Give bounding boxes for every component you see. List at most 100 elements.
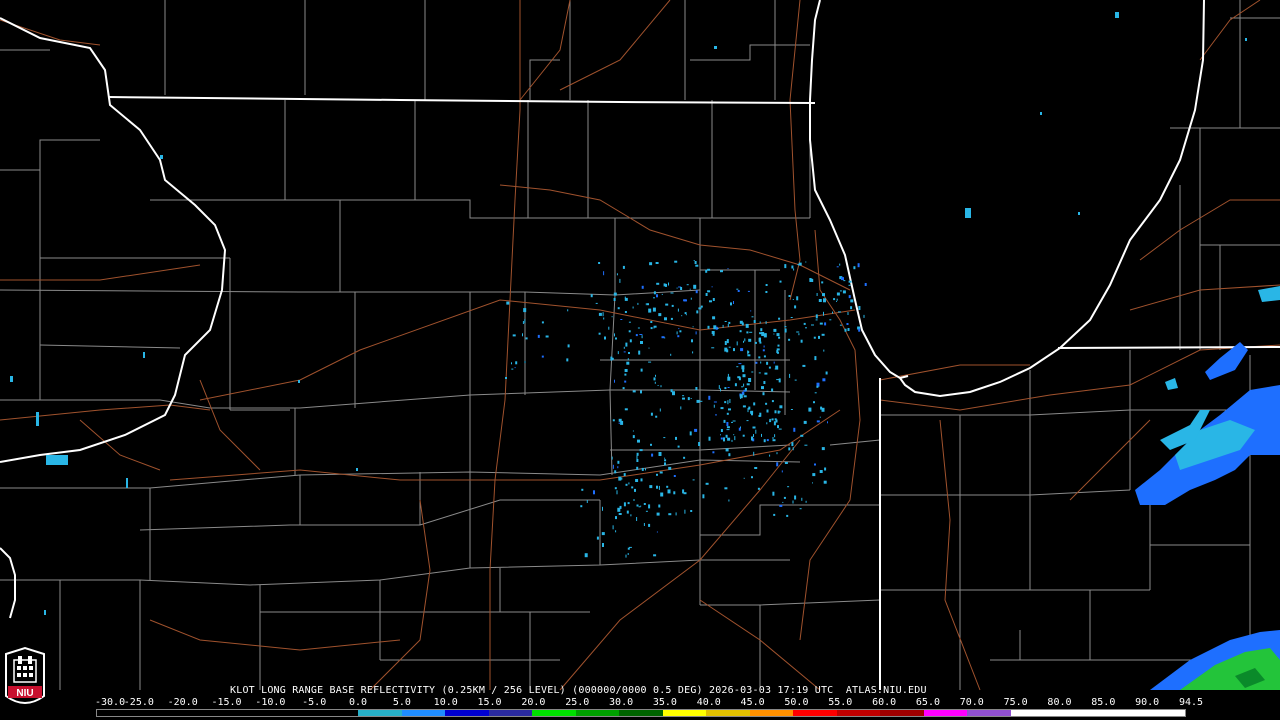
echo-pixel — [774, 434, 776, 438]
echo-pixel — [658, 452, 662, 456]
echo-pixel — [772, 437, 774, 439]
echo-pixel — [736, 341, 738, 346]
echo-pixel — [777, 425, 779, 429]
echo-pixel — [811, 324, 814, 326]
echo-pixel — [798, 333, 800, 336]
echo-pixel — [522, 321, 524, 324]
echo-pixel — [676, 331, 678, 335]
echo-pixel — [821, 407, 825, 412]
echo-pixel — [624, 369, 628, 372]
echo-pixel — [833, 298, 836, 301]
echo-pixel — [660, 492, 664, 497]
echo-pixel — [692, 326, 694, 328]
echo-pixel — [639, 449, 643, 452]
echo-pixel — [775, 419, 778, 423]
echo-pixel — [751, 316, 754, 318]
echo-pixel — [623, 346, 625, 349]
echo-pixel — [656, 512, 660, 516]
echo-pixel — [659, 408, 661, 412]
echo-pixel — [655, 415, 658, 418]
echo-pixel — [727, 376, 731, 381]
echo-pixel — [790, 317, 793, 318]
echo-pixel — [824, 322, 827, 326]
echo-pixel — [511, 362, 512, 365]
echo-pixel — [743, 340, 744, 343]
radar-map — [0, 0, 1280, 720]
echo-pixel — [796, 296, 799, 301]
echo-pixel — [653, 291, 656, 295]
echo-pixel — [726, 429, 730, 431]
echo-pixel — [625, 554, 627, 558]
echo-pixel — [636, 517, 638, 521]
echo-pixel — [802, 364, 806, 367]
echo-pixel — [658, 313, 662, 317]
echo-pixel — [618, 418, 622, 422]
echo-pixel — [839, 290, 842, 292]
scale-label: 0.0 — [349, 697, 368, 708]
echo-pixel — [656, 531, 658, 533]
echo-pixel — [686, 284, 689, 286]
echo-pixel — [654, 381, 656, 384]
echo-pixel — [628, 546, 632, 548]
echo-pixel — [666, 485, 669, 488]
color-bar-segment — [967, 710, 1011, 716]
echo-pixel — [796, 331, 800, 333]
echo-pixel — [656, 282, 660, 285]
echo-pixel — [720, 429, 723, 432]
echo-pixel — [641, 285, 644, 289]
echo-pixel — [752, 426, 756, 429]
echo-pixel — [636, 459, 639, 462]
echo-pixel — [822, 378, 826, 382]
echo-pixel — [737, 376, 741, 379]
echo-pixel — [744, 338, 746, 342]
echo-pixel — [695, 290, 698, 294]
echo-pixel — [567, 344, 570, 348]
echo-pixel — [638, 506, 641, 508]
echo-pixel — [627, 547, 630, 550]
echo-pixel — [682, 397, 685, 400]
echo-pixel — [684, 509, 686, 514]
echo-pixel — [716, 327, 719, 329]
echo-pixel — [651, 453, 654, 457]
echo-pixel — [683, 456, 686, 459]
echo-pixel — [675, 512, 677, 516]
echo-pixel — [746, 383, 750, 386]
echo-pixel — [602, 312, 604, 317]
echo-pixel — [640, 478, 643, 482]
echo-pixel — [791, 442, 794, 447]
color-bar-segment — [488, 710, 533, 716]
echo-pixel — [522, 333, 523, 337]
echo-pixel — [626, 510, 629, 514]
echo-pixel — [601, 532, 605, 536]
echo-pixel — [612, 419, 615, 422]
echo-pixel — [680, 287, 683, 290]
echo-pixel — [696, 399, 700, 403]
echo-pixel — [598, 262, 601, 264]
echo-pixel — [628, 330, 631, 333]
echo-pixel — [814, 463, 816, 466]
echo-pixel — [624, 296, 626, 299]
echo-pixel — [814, 392, 817, 394]
echo-pixel — [776, 333, 780, 337]
echo-pixel — [808, 407, 812, 412]
echo-pixel — [738, 427, 741, 431]
echo-pixel — [848, 280, 852, 283]
echo-pixel — [707, 325, 710, 329]
echo-pixel — [614, 470, 617, 474]
echo-pixel — [763, 439, 766, 443]
echo-pixel — [724, 321, 727, 322]
echo-pixel — [694, 428, 698, 432]
echo-pixel — [760, 328, 763, 332]
echo-pixel — [679, 330, 682, 333]
echo-pixel — [788, 295, 791, 297]
echo-pixel — [839, 263, 841, 266]
echo-pixel — [655, 374, 656, 377]
echo-pixel — [622, 387, 625, 390]
product-caption: KLOT LONG RANGE BASE REFLECTIVITY (0.25K… — [230, 685, 927, 696]
echo-pixel — [848, 295, 851, 299]
echo-pixel — [632, 390, 636, 393]
color-bar-segment — [1097, 710, 1142, 716]
echo-pixel — [598, 332, 601, 335]
echo-pixel — [720, 434, 721, 436]
echo-pixel — [743, 395, 747, 398]
